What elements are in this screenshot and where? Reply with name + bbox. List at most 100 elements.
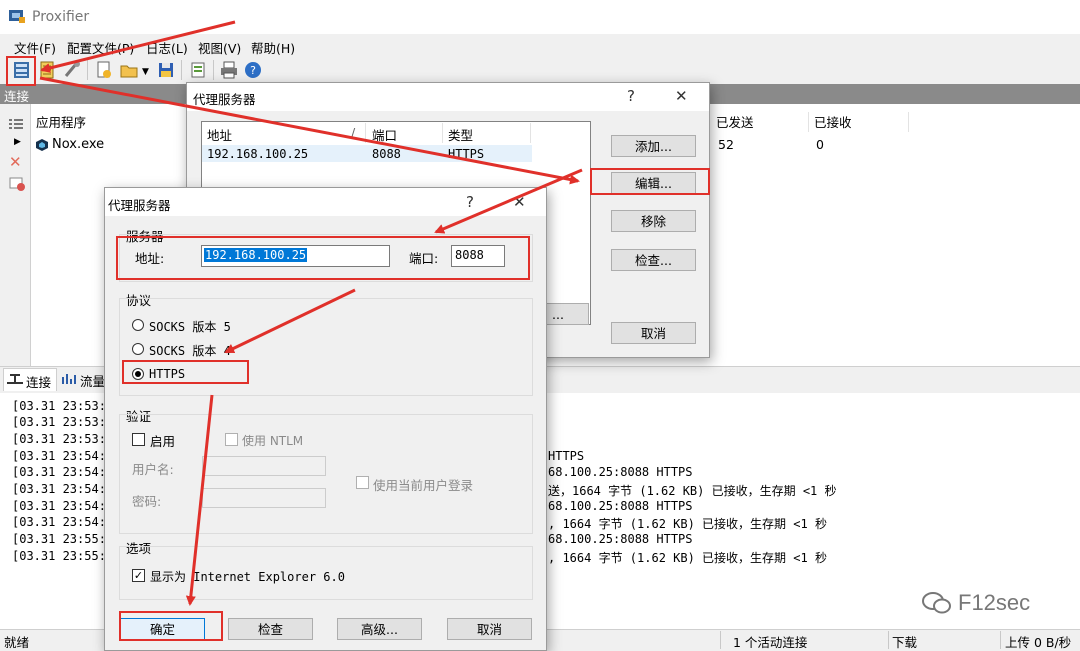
password-input[interactable] — [202, 488, 326, 508]
show-ie-checkbox[interactable]: ✓ — [132, 569, 145, 582]
menu-view[interactable]: 视图(V) — [198, 38, 241, 57]
check-proxy-button[interactable]: 检查 — [228, 618, 313, 640]
column-divider — [442, 123, 443, 143]
proxy-col-address[interactable]: 地址 — [207, 125, 232, 144]
watermark-text: F12sec — [958, 590, 1031, 615]
toolbar-separator — [213, 60, 214, 80]
proxy-row-port: 8088 — [372, 147, 401, 161]
log-line: [03.31 23:53:1 — [12, 399, 114, 413]
log-line: [03.31 23:55:1 — [12, 549, 114, 563]
advanced-button[interactable]: 高级... — [337, 618, 422, 640]
status-divider — [1000, 631, 1001, 649]
dropdown-arrow-icon[interactable]: ▼ — [142, 67, 149, 77]
log-line-tail: , 1664 字节 (1.62 KB) 已接收，生存期 <1 秒 — [548, 517, 827, 531]
export-log-icon[interactable] — [188, 60, 208, 80]
ntlm-checkbox[interactable] — [225, 433, 238, 446]
annotation-box-server — [116, 236, 530, 280]
log-line-tail: 68.100.25:8088 HTTPS — [548, 465, 693, 479]
column-divider — [365, 123, 366, 143]
current-user-checkbox[interactable] — [356, 476, 369, 489]
socks5-label[interactable]: SOCKS 版本 5 — [149, 318, 231, 335]
annotation-box-edit — [590, 168, 710, 195]
wechat-icon — [922, 590, 952, 616]
annotation-box-toolbar — [6, 56, 36, 86]
connection-app-name[interactable]: Nox.exe — [52, 137, 104, 152]
log-line: [03.31 23:54:4 — [12, 465, 114, 479]
expand-arrow-icon[interactable]: ▶ — [14, 137, 21, 147]
username-input[interactable] — [202, 456, 326, 476]
proxy-edit-titlebar — [105, 188, 546, 216]
column-divider — [530, 123, 531, 143]
remove-button[interactable]: 移除 — [611, 210, 696, 232]
log-line-tail: 68.100.25:8088 HTTPS — [548, 532, 693, 546]
check-button[interactable]: 检查... — [611, 249, 696, 271]
status-divider — [720, 631, 721, 649]
enable-auth-label[interactable]: 启用 — [150, 431, 175, 450]
column-application[interactable]: 应用程序 — [36, 112, 86, 132]
log-line: [03.31 23:55:1 — [12, 532, 114, 546]
socks4-radio[interactable] — [132, 343, 144, 355]
connections-header-label: 连接 — [4, 89, 30, 104]
log-line: [03.31 23:53:1 — [12, 432, 114, 446]
log-line: [03.31 23:54:5 — [12, 499, 114, 513]
log-line: [03.31 23:53:1 — [12, 415, 114, 429]
traffic-chart-icon — [61, 371, 77, 385]
svg-text:?: ? — [250, 64, 256, 77]
status-divider — [888, 631, 889, 649]
app-title: Proxifier — [32, 9, 90, 25]
tab-connections[interactable]: 连接 — [3, 368, 57, 391]
log-line: [03.31 23:54:5 — [12, 515, 114, 529]
new-profile-icon[interactable] — [94, 60, 114, 80]
connection-sent: 52 — [718, 137, 734, 152]
help-icon[interactable]: ? — [243, 60, 263, 80]
menu-help[interactable]: 帮助(H) — [251, 38, 295, 57]
close-connection-icon[interactable]: ✕ — [9, 153, 22, 171]
connection-received: 0 — [816, 137, 824, 152]
column-sent[interactable]: 已发送 — [716, 112, 754, 132]
proxy-col-type[interactable]: 类型 — [448, 125, 473, 144]
menu-profile[interactable]: 配置文件(P) — [67, 38, 134, 57]
proxy-edit-help-button[interactable]: ? — [466, 193, 474, 211]
log-line-tail: , 1664 字节 (1.62 KB) 已接收，生存期 <1 秒 — [548, 551, 827, 565]
proxy-col-port[interactable]: 端口 — [372, 125, 397, 144]
column-divider — [908, 112, 909, 132]
proxy-edit-close-button[interactable]: ✕ — [513, 193, 526, 211]
enable-auth-checkbox[interactable] — [132, 433, 145, 446]
proxifier-logo-icon — [8, 8, 26, 24]
proxification-rules-icon[interactable] — [38, 60, 58, 80]
socks4-label[interactable]: SOCKS 版本 4 — [149, 342, 231, 359]
open-profile-icon[interactable] — [119, 60, 139, 80]
tab-traffic[interactable]: 流量 — [58, 368, 106, 390]
menu-file[interactable]: 文件(F) — [14, 38, 56, 57]
username-label: 用户名: — [132, 462, 174, 477]
annotation-box-ok — [119, 611, 223, 641]
toolbar-separator — [181, 60, 182, 80]
edit-cancel-button[interactable]: 取消 — [447, 618, 532, 640]
status-upload: 上传 0 B/秒 — [1005, 635, 1072, 650]
column-divider — [808, 112, 809, 132]
socks5-radio[interactable] — [132, 319, 144, 331]
name-resolution-icon[interactable] — [62, 60, 82, 80]
log-line: [03.31 23:54:4 — [12, 482, 114, 496]
password-label: 密码: — [132, 494, 162, 509]
column-received[interactable]: 已接收 — [814, 112, 852, 132]
current-user-label: 使用当前用户登录 — [373, 478, 474, 493]
proxy-list-title: 代理服务器 — [193, 92, 256, 107]
proxy-row-address: 192.168.100.25 — [207, 147, 309, 161]
title-bar — [0, 0, 1080, 34]
annotation-box-https — [122, 360, 249, 384]
print-icon[interactable] — [219, 60, 239, 80]
list-view-icon[interactable] — [9, 118, 23, 130]
save-profile-icon[interactable] — [156, 60, 176, 80]
proxy-edit-title: 代理服务器 — [108, 198, 171, 213]
proxy-list-help-button[interactable]: ? — [627, 87, 635, 105]
proxy-row-type: HTTPS — [448, 147, 485, 161]
menu-log[interactable]: 日志(L) — [146, 38, 188, 57]
block-icon[interactable] — [9, 177, 25, 191]
proxy-list-cancel-button[interactable]: 取消 — [611, 322, 696, 344]
proxy-list-close-button[interactable]: ✕ — [675, 87, 688, 105]
status-download: 下载 — [892, 635, 918, 650]
add-button[interactable]: 添加... — [611, 135, 696, 157]
show-ie-label[interactable]: 显示为 Internet Explorer 6.0 — [150, 568, 345, 585]
log-line-tail: 送，1664 字节 (1.62 KB) 已接收，生存期 <1 秒 — [548, 484, 837, 498]
